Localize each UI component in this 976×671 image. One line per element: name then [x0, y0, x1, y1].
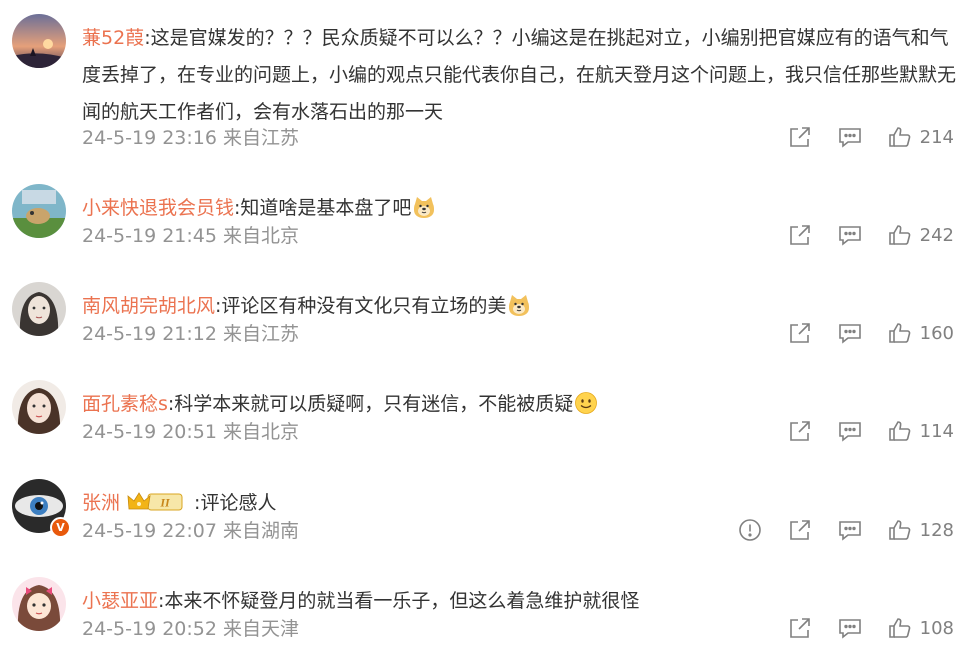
username-link[interactable]: 小来快退我会员钱	[82, 197, 234, 219]
comment-icon[interactable]	[838, 321, 862, 345]
comment-body: :评论感人	[188, 492, 277, 514]
repost-icon[interactable]	[788, 321, 812, 345]
like-icon[interactable]	[888, 518, 912, 542]
comment-meta: 24-5-19 22:07 来自湖南	[82, 520, 299, 542]
comment-icon[interactable]	[838, 223, 862, 247]
like-count: 214	[919, 126, 954, 148]
comment-meta: 24-5-19 21:12 来自江苏	[82, 323, 299, 345]
vip-crown-badge[interactable]: II	[126, 490, 184, 514]
doge-emoji	[412, 195, 436, 219]
comment-body: :知道啥是基本盘了吧	[234, 197, 412, 219]
like-icon[interactable]	[888, 125, 912, 149]
doge-emoji	[507, 293, 531, 317]
avatar[interactable]	[12, 577, 66, 631]
like-icon[interactable]	[888, 616, 912, 640]
comment-actions: 114	[762, 418, 954, 444]
comment-actions: 242	[762, 222, 954, 248]
username-link[interactable]: 南风胡完胡北风	[82, 295, 215, 317]
report-icon[interactable]	[738, 518, 762, 542]
repost-icon[interactable]	[788, 616, 812, 640]
repost-icon[interactable]	[788, 419, 812, 443]
repost-icon[interactable]	[788, 223, 812, 247]
like-count: 114	[919, 420, 954, 442]
avatar[interactable]	[12, 380, 66, 434]
comment-meta: 24-5-19 21:45 来自北京	[82, 225, 299, 247]
comment-body: :这是官媒发的？？？民众质疑不可以么？？小编这是在挑起对立，小编别把官媒应有的语…	[82, 27, 957, 123]
comment-body: :科学本来就可以质疑啊，只有迷信，不能被质疑	[167, 393, 574, 415]
avatar[interactable]	[12, 14, 66, 68]
comment-actions: 128	[712, 517, 954, 543]
like-count: 108	[919, 617, 954, 639]
comment-meta: 24-5-19 20:51 来自北京	[82, 421, 299, 443]
comment-icon[interactable]	[838, 125, 862, 149]
comment-meta: 24-5-19 23:16 来自江苏	[82, 127, 299, 149]
comment-meta: 24-5-19 20:52 来自天津	[82, 618, 299, 640]
username-link[interactable]: 面孔素稔s	[82, 393, 168, 415]
comment-actions: 214	[762, 124, 954, 150]
smile-emoji	[574, 391, 598, 415]
comment-body: :评论区有种没有文化只有立场的美	[215, 295, 507, 317]
comment-icon[interactable]	[838, 616, 862, 640]
username-link[interactable]: 蒹52葭	[82, 27, 144, 49]
like-icon[interactable]	[888, 321, 912, 345]
repost-icon[interactable]	[788, 518, 812, 542]
comment-icon[interactable]	[838, 518, 862, 542]
verified-badge-icon: V	[50, 517, 71, 538]
comment-actions: 160	[762, 320, 954, 346]
comment-actions: 108	[762, 615, 954, 641]
like-icon[interactable]	[888, 223, 912, 247]
comment-body: :本来不怀疑登月的就当看一乐子，但这么着急维护就很怪	[158, 590, 640, 612]
like-icon[interactable]	[888, 419, 912, 443]
like-count: 242	[919, 224, 954, 246]
comment-text: 蒹52葭:这是官媒发的？？？民众质疑不可以么？？小编这是在挑起对立，小编别把官媒…	[82, 20, 962, 131]
avatar[interactable]	[12, 282, 66, 336]
vip-level-text: II	[159, 496, 171, 510]
like-count: 128	[919, 519, 954, 541]
avatar[interactable]	[12, 184, 66, 238]
username-link[interactable]: 张洲	[82, 492, 120, 514]
comment-list: 蒹52葭:这是官媒发的？？？民众质疑不可以么？？小编这是在挑起对立，小编别把官媒…	[0, 0, 976, 671]
username-link[interactable]: 小瑟亚亚	[82, 590, 158, 612]
like-count: 160	[919, 322, 954, 344]
comment-icon[interactable]	[838, 419, 862, 443]
repost-icon[interactable]	[788, 125, 812, 149]
